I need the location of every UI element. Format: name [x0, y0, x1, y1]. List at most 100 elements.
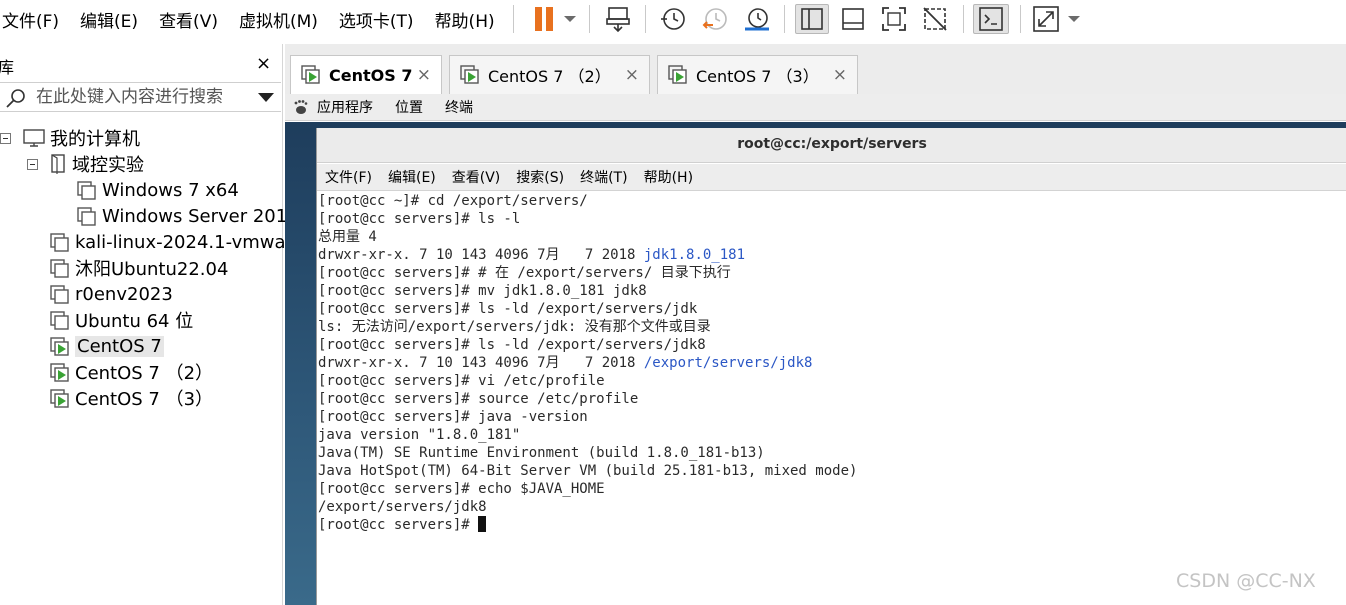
tree-item-vm-running[interactable]: CentOS 7 （2）	[50, 360, 213, 384]
menu-help[interactable]: 帮助(H)	[435, 7, 495, 32]
show-library-button[interactable]	[795, 4, 829, 34]
console-view-icon	[979, 7, 1003, 31]
terminal-line-text: [root@cc servers]# # 在 /export/servers/ …	[318, 265, 731, 281]
vm-tab-strip: CentOS 7 × CentOS 7 （2） × CentOS 7 （3） ×	[285, 44, 1346, 94]
menu-file[interactable]: 文件(F)	[2, 7, 59, 32]
terminal-directory-name: /export/servers/jdk8	[643, 355, 813, 371]
terminal-line-text: [root@cc servers]# ls -ld /export/server…	[318, 301, 698, 317]
menu-edit[interactable]: 编辑(E)	[80, 7, 138, 32]
collapse-icon[interactable]	[0, 132, 11, 144]
menu-view[interactable]: 查看(V)	[159, 7, 218, 32]
tree-item-my-computer[interactable]: 我的计算机	[0, 126, 140, 150]
snapshot-take-button[interactable]	[656, 4, 690, 34]
tree-item-vm[interactable]: 沐阳Ubuntu22.04	[50, 256, 228, 280]
terminal-line-text: [root@cc servers]# ls -ld /export/server…	[318, 337, 706, 353]
fullscreen-icon	[882, 7, 906, 31]
tab-close-icon[interactable]: ×	[417, 65, 431, 85]
toolbar-separator	[513, 5, 514, 33]
terminal-line-text: [root@cc servers]# ls -l	[318, 211, 521, 227]
terminal-menu-edit[interactable]: 编辑(E)	[388, 167, 436, 187]
terminal-menu-help[interactable]: 帮助(H)	[644, 167, 693, 187]
tree-item-vm[interactable]: r0env2023	[50, 282, 173, 306]
search-dropdown-icon[interactable]	[258, 93, 274, 102]
terminal-line-text: [root@cc servers]# java -version	[318, 409, 588, 425]
vm-icon	[50, 285, 69, 304]
console-view-button[interactable]	[973, 4, 1009, 34]
tree-item-vm[interactable]: kali-linux-2024.1-vmware	[50, 230, 304, 254]
snapshot-revert-button[interactable]	[698, 4, 732, 34]
search-input[interactable]	[36, 86, 246, 108]
tree-item-label: r0env2023	[75, 283, 173, 305]
tree-item-label: 我的计算机	[50, 129, 140, 150]
send-ctrl-alt-del-icon	[606, 7, 630, 33]
vm-running-icon	[50, 337, 69, 356]
guest-top-bar: 应用程序 位置 终端	[285, 94, 1346, 121]
terminal-line-text: [root@cc servers]# vi /etc/profile	[318, 373, 605, 389]
library-close-button[interactable]: ×	[256, 53, 271, 74]
tree-item-vm-running[interactable]: CentOS 7 （3）	[50, 386, 213, 410]
terminal-line-text: [root@cc servers]# echo $JAVA_HOME	[318, 481, 605, 497]
tab-close-icon[interactable]: ×	[625, 65, 639, 85]
snapshot-manager-button[interactable]	[740, 4, 774, 34]
tree-item-vm[interactable]: Windows 7 x64	[77, 178, 239, 202]
gnome-foot-icon	[294, 100, 308, 114]
tab-centos-7[interactable]: CentOS 7 ×	[290, 55, 442, 94]
show-thumbnail-icon	[842, 8, 864, 30]
terminal-line: /export/servers/jdk8	[318, 498, 1346, 516]
folder-icon	[51, 154, 65, 174]
terminal-menu-terminal[interactable]: 终端(T)	[580, 167, 627, 187]
guest-menu-places[interactable]: 位置	[395, 97, 423, 117]
watermark: CSDN @CC-NX	[1176, 570, 1316, 592]
unity-button[interactable]	[918, 4, 952, 34]
fullscreen-button[interactable]	[877, 4, 911, 34]
show-thumbnail-button[interactable]	[836, 4, 870, 34]
tree-item-vm[interactable]: Windows Server 2012	[77, 204, 299, 228]
unity-icon	[923, 7, 947, 31]
computer-icon	[23, 129, 45, 147]
tab-label: CentOS 7 （2）	[488, 67, 611, 86]
snapshot-manager-icon	[745, 8, 769, 31]
terminal-line: [root@cc servers]# # 在 /export/servers/ …	[318, 264, 1346, 282]
terminal-menu-file[interactable]: 文件(F)	[325, 167, 372, 187]
terminal-line-text: [root@cc servers]# mv jdk1.8.0_181 jdk8	[318, 283, 647, 299]
tree-item-folder[interactable]: 域控实验	[27, 152, 144, 176]
menu-vm[interactable]: 虚拟机(M)	[239, 7, 318, 32]
tab-centos-7-3[interactable]: CentOS 7 （3） ×	[657, 55, 858, 94]
tree-item-vm[interactable]: Ubuntu 64 位	[50, 308, 193, 332]
terminal-line: [root@cc servers]# echo $JAVA_HOME	[318, 480, 1346, 498]
toolbar-separator	[1020, 5, 1021, 33]
terminal-line-text: ls: 无法访问/export/servers/jdk: 没有那个文件或目录	[318, 319, 711, 335]
tab-close-icon[interactable]: ×	[833, 65, 847, 85]
tree-item-label: CentOS 7 （2）	[75, 363, 214, 384]
toolbar-separator	[645, 5, 646, 33]
tree-item-label: CentOS 7	[75, 335, 164, 357]
tab-centos-7-2[interactable]: CentOS 7 （2） ×	[449, 55, 650, 94]
terminal-line-text: java version "1.8.0_181"	[318, 427, 521, 443]
terminal-directory-name: jdk1.8.0_181	[643, 247, 746, 263]
stretch-icon	[1033, 6, 1080, 32]
library-pane: 库 × 我的计算机 域控实验	[0, 44, 304, 605]
terminal-output[interactable]: [root@cc ~]# cd /export/servers/ [root@cc…	[318, 192, 1346, 605]
show-library-icon	[801, 8, 823, 30]
menu-bar: 文件(F) 编辑(E) 查看(V) 虚拟机(M) 选项卡(T) 帮助(H)	[0, 0, 1346, 38]
terminal-line-text: Java(TM) SE Runtime Environment (build 1…	[318, 445, 765, 461]
vm-running-icon	[50, 389, 69, 408]
terminal-menu-search[interactable]: 搜索(S)	[516, 167, 564, 187]
tree-item-vm-running[interactable]: CentOS 7	[50, 334, 164, 358]
tab-label: CentOS 7 （3）	[696, 67, 819, 86]
pause-button[interactable]	[527, 4, 585, 34]
send-ctrl-alt-del-button[interactable]	[600, 4, 636, 34]
tab-label: CentOS 7	[329, 65, 413, 85]
terminal-line-text: Java HotSpot(TM) 64-Bit Server VM (build…	[318, 463, 858, 479]
terminal-line: [root@cc servers]# vi /etc/profile	[318, 372, 1346, 390]
terminal-menu-view[interactable]: 查看(V)	[452, 167, 501, 187]
terminal-line: [root@cc ~]# cd /export/servers/	[318, 192, 1346, 210]
toolbar-separator	[963, 5, 964, 33]
terminal-line: drwxr-xr-x. 7 10 143 4096 7月 7 2018 /exp…	[318, 354, 1346, 372]
guest-menu-applications[interactable]: 应用程序	[317, 97, 373, 117]
collapse-icon[interactable]	[27, 158, 38, 170]
menu-tabs[interactable]: 选项卡(T)	[339, 7, 414, 32]
stretch-button[interactable]	[1030, 4, 1086, 34]
guest-menu-terminal[interactable]: 终端	[445, 97, 473, 117]
library-search	[0, 82, 281, 112]
